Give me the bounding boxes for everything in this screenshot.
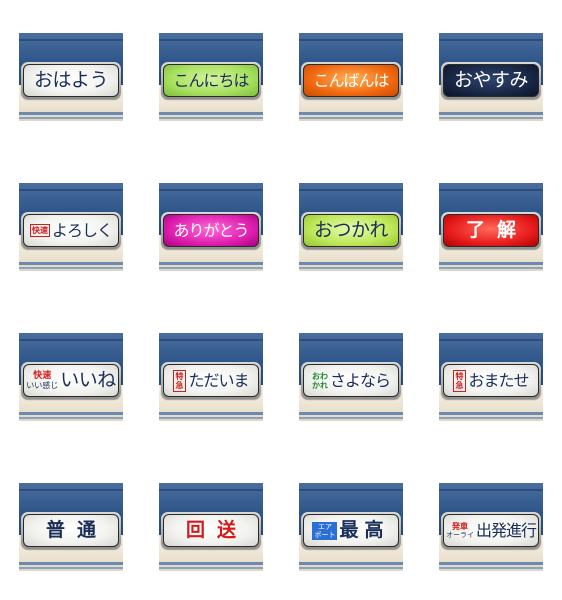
- sticker-arigatou[interactable]: ありがとう: [159, 183, 263, 271]
- sticker-oyasumi[interactable]: おやすみ: [439, 33, 543, 121]
- destination-sign: 快速 いい感じ いいね: [23, 364, 119, 397]
- destination-sign: 了解: [443, 214, 539, 247]
- stripe: [159, 412, 263, 415]
- stripe: [299, 117, 403, 119]
- service-type-tag: エア ポート: [312, 521, 338, 540]
- tag-bottom: ポート: [314, 530, 336, 539]
- sticker-grid: おはよう こんにちは こんばんは おやすみ 快速 よろしく ありがとう おつかれ…: [0, 0, 562, 600]
- stripe: [439, 567, 543, 569]
- destination-sign: 特急 おまたせ: [443, 364, 539, 397]
- sticker-omatase[interactable]: 特急 おまたせ: [439, 333, 543, 421]
- stripe: [439, 117, 543, 119]
- stripe: [159, 562, 263, 565]
- stripe: [19, 412, 123, 415]
- sign-text: おやすみ: [453, 69, 529, 91]
- sign-text: さよなら: [329, 370, 391, 390]
- sticker-konnichiwa[interactable]: こんにちは: [159, 33, 263, 121]
- stripe: [439, 267, 543, 269]
- stripe: [439, 412, 543, 415]
- sticker-ryoukai[interactable]: 了解: [439, 183, 543, 271]
- tag-bottom: かれ: [311, 380, 328, 390]
- sign-text: おまたせ: [468, 370, 529, 390]
- stripe: [159, 262, 263, 265]
- sign-text: ありがとう: [173, 220, 249, 240]
- sticker-yoroshiku[interactable]: 快速 よろしく: [19, 183, 123, 271]
- destination-sign: おつかれ: [303, 214, 399, 247]
- sign-text: 普通: [45, 519, 108, 541]
- stripe: [299, 267, 403, 269]
- sign-text: 了解: [465, 219, 528, 241]
- service-type-tag: おわ かれ: [312, 372, 328, 390]
- destination-sign: 特急 ただいま: [163, 364, 259, 397]
- destination-sign: 普通: [23, 514, 119, 547]
- destination-sign: こんばんは: [303, 64, 399, 97]
- stripe: [19, 562, 123, 565]
- sticker-konbanwa[interactable]: こんばんは: [299, 33, 403, 121]
- sign-text: ただいま: [188, 370, 249, 390]
- sticker-shuppatsu-shinkou[interactable]: 発車 オーライ 出発進行: [439, 483, 543, 571]
- stripe: [439, 417, 543, 419]
- destination-sign: こんにちは: [163, 64, 259, 97]
- service-type-tag: 特急: [453, 369, 467, 392]
- stripe: [299, 412, 403, 415]
- sign-text: いいね: [60, 369, 116, 391]
- sticker-tadaima[interactable]: 特急 ただいま: [159, 333, 263, 421]
- sign-text: 出発進行: [475, 520, 537, 540]
- stripe: [159, 112, 263, 115]
- stripe: [19, 417, 123, 419]
- destination-sign: エア ポート 最高: [303, 514, 399, 547]
- stripe: [159, 267, 263, 269]
- sticker-futsuu[interactable]: 普通: [19, 483, 123, 571]
- destination-sign: おやすみ: [443, 64, 539, 97]
- tag-top: 発車: [451, 521, 468, 531]
- destination-sign: ありがとう: [163, 214, 259, 247]
- service-type-tag: 発車 オーライ: [446, 522, 474, 540]
- stripe: [19, 267, 123, 269]
- stripe: [19, 262, 123, 265]
- destination-sign: おはよう: [23, 64, 119, 97]
- stripe: [439, 112, 543, 115]
- stripe: [299, 567, 403, 569]
- destination-sign: 快速 よろしく: [23, 214, 119, 247]
- sign-text: 最高: [339, 519, 390, 541]
- tag-bottom: オーライ: [445, 530, 474, 539]
- sticker-sayonara[interactable]: おわ かれ さよなら: [299, 333, 403, 421]
- destination-sign: 発車 オーライ 出発進行: [443, 514, 539, 547]
- sign-text: こんにちは: [173, 70, 249, 90]
- stripe: [299, 262, 403, 265]
- service-type-tag: 快速 いい感じ: [26, 370, 59, 390]
- sticker-ohayou[interactable]: おはよう: [19, 33, 123, 121]
- sign-text: こんばんは: [313, 70, 389, 90]
- destination-sign: おわ かれ さよなら: [303, 364, 399, 397]
- stripe: [299, 112, 403, 115]
- sticker-saikou[interactable]: エア ポート 最高: [299, 483, 403, 571]
- tag-top: 快速: [33, 370, 52, 381]
- stripe: [159, 567, 263, 569]
- stripe: [159, 417, 263, 419]
- service-type-tag: 特急: [173, 369, 187, 392]
- stripe: [159, 117, 263, 119]
- stripe: [19, 567, 123, 569]
- stripe: [299, 417, 403, 419]
- sign-text: 回送: [185, 519, 248, 541]
- destination-sign: 回送: [163, 514, 259, 547]
- sticker-iine[interactable]: 快速 いい感じ いいね: [19, 333, 123, 421]
- sign-text: よろしく: [51, 220, 113, 240]
- tag-bottom: いい感じ: [26, 380, 59, 390]
- tag-top: エア: [317, 522, 332, 531]
- stripe: [299, 562, 403, 565]
- tag-top: おわ: [311, 371, 328, 381]
- stripe: [439, 562, 543, 565]
- sign-text: おつかれ: [313, 219, 389, 241]
- sticker-otsukare[interactable]: おつかれ: [299, 183, 403, 271]
- stripe: [19, 112, 123, 115]
- stripe: [439, 262, 543, 265]
- service-type-tag: 快速: [29, 224, 50, 237]
- stripe: [19, 117, 123, 119]
- sticker-kaisou[interactable]: 回送: [159, 483, 263, 571]
- sign-text: おはよう: [33, 69, 109, 91]
